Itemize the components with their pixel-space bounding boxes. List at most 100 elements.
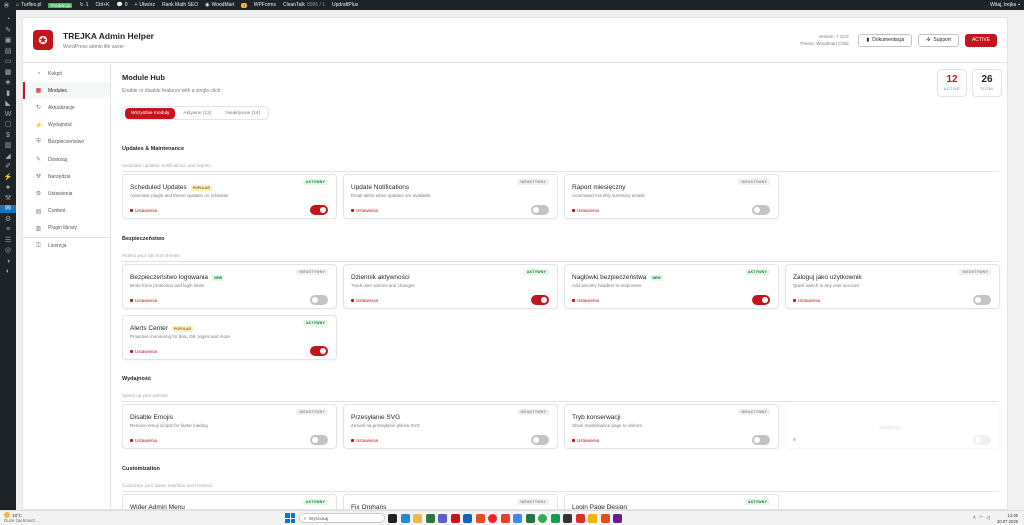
analytics-menu-icon[interactable]: ▥ (4, 142, 12, 150)
circle-menu-icon[interactable]: ◎ (4, 247, 12, 255)
module-toggle[interactable] (310, 205, 328, 215)
wifi-icon[interactable]: ◠ (979, 515, 983, 521)
marketing-menu-icon[interactable]: ◢ (4, 153, 12, 161)
site-name-link[interactable]: ⌂ Turflex.pl (16, 2, 41, 8)
layers-menu-icon[interactable]: ≡ (4, 226, 12, 234)
cache-link[interactable]: Ctrl+K (95, 2, 109, 8)
extra-menu-icon[interactable]: ☰ (4, 237, 12, 245)
plugins-menu-icon[interactable]: ⚡ (4, 174, 13, 182)
module-toggle[interactable] (752, 435, 770, 445)
module-settings-link[interactable]: Ustawienia (351, 298, 378, 303)
media-menu-icon[interactable]: ▣ (4, 37, 12, 45)
module-toggle[interactable] (310, 346, 328, 356)
module-settings-link[interactable]: Ustawienia (572, 208, 599, 213)
module-toggle[interactable] (531, 295, 549, 305)
nav-item-2[interactable]: ↻ Aktualizacje (23, 99, 110, 116)
rank-math-link[interactable]: Rank Math SEO (162, 2, 198, 8)
pages-menu-icon[interactable]: ▤ (4, 48, 12, 56)
nav-item-1[interactable]: ▦ Modules (23, 82, 110, 100)
cleantalk-link[interactable]: CleanTalk 8986 / 1 (283, 2, 325, 8)
woodmart-link[interactable]: ◉ WoodMart (205, 2, 234, 8)
nav-item-7[interactable]: ⚙ Ustawienia (23, 185, 110, 202)
module-settings-link[interactable]: Ustawienia (130, 349, 157, 354)
app-icon-4[interactable] (463, 513, 472, 523)
comments-link[interactable]: 💬 0 (116, 2, 127, 8)
excel-icon[interactable] (525, 513, 535, 523)
app-icon-3[interactable] (450, 513, 460, 523)
module-settings-link[interactable]: Ustawienia (351, 208, 378, 213)
nav-item-9[interactable]: ▥ Plugin library (23, 220, 110, 237)
products-menu-icon[interactable]: ▢ (4, 121, 12, 129)
clock[interactable]: 12:46 20.07.2026 (997, 513, 1018, 524)
wpforms-link[interactable]: WPForms (254, 2, 276, 8)
users-menu-icon[interactable]: ● (4, 184, 12, 192)
opera-icon[interactable] (488, 513, 497, 523)
updates-link[interactable]: ↻ 1 (79, 2, 88, 8)
taskbar-search[interactable]: ⌕ Wyszukaj (298, 513, 385, 523)
teams-icon[interactable] (438, 513, 447, 523)
trejka-menu-icon[interactable]: ✉ (0, 205, 16, 213)
module-settings-link[interactable]: Ustawienia (572, 298, 599, 303)
pin-menu-icon[interactable]: ✎ (4, 27, 12, 35)
nav-item-10[interactable]: ⚿ Licencja (23, 238, 110, 255)
updraftplus-link[interactable]: UpdraftPlus (332, 2, 358, 8)
settings-menu-icon[interactable]: ⚙ (4, 216, 12, 224)
app-icon-10[interactable] (588, 513, 597, 523)
support-button[interactable]: ✣ Support (918, 33, 959, 47)
app-icon-1[interactable] (400, 513, 410, 523)
wp-logo-icon[interactable]: Ⓦ (4, 2, 9, 9)
filter-tab-inactive[interactable]: Nieaktywne (14) (219, 108, 266, 119)
module-settings-link[interactable]: Ustawienia (130, 208, 157, 213)
new-content-link[interactable]: + Utwórz (134, 2, 154, 8)
comments-menu-icon[interactable]: ▭ (4, 58, 12, 66)
windows-start-icon[interactable] (285, 513, 295, 523)
forms-menu-icon[interactable]: ▦ (4, 69, 12, 77)
nav-item-4[interactable]: ⛨ Bezpieczeństwo (23, 134, 110, 151)
app-icon-11[interactable] (600, 513, 610, 523)
collapse-menu-icon[interactable]: ◐ (4, 268, 12, 276)
user-greeting[interactable]: Witaj, trejka ▪ (990, 2, 1020, 8)
tools-menu-icon[interactable]: ⚒ (4, 195, 12, 203)
dashboard-menu-icon[interactable]: ◔ (4, 16, 12, 24)
module-toggle[interactable] (310, 435, 328, 445)
module-settings-link[interactable]: Ustawienia (130, 438, 157, 443)
module-settings-link[interactable]: Ustawienia (572, 438, 599, 443)
seo-menu-icon[interactable]: ◈ (4, 79, 12, 87)
nav-item-8[interactable]: ▤ Content (23, 203, 110, 220)
filter-tab-all[interactable]: Wszystkie moduły (125, 107, 176, 119)
module-toggle[interactable] (531, 435, 549, 445)
gauge-menu-icon[interactable]: ◑ (4, 258, 12, 266)
app-icon-9[interactable] (575, 513, 585, 523)
nav-item-6[interactable]: ⚒ Narzędzia (23, 168, 110, 185)
task-view-icon[interactable] (388, 513, 397, 523)
nav-item-5[interactable]: ✎ Dostosuj (23, 151, 110, 168)
module-toggle[interactable] (973, 295, 991, 305)
nav-item-0[interactable]: ◔ Kokpit (23, 65, 110, 82)
module-settings-link[interactable]: Ustawienia (793, 298, 820, 303)
app-icon-7[interactable] (550, 513, 560, 523)
appearance-menu-icon[interactable]: ✐ (4, 163, 12, 171)
chart-menu-icon[interactable]: ▮ (4, 90, 12, 98)
module-toggle[interactable] (752, 205, 770, 215)
app-icon-6[interactable] (513, 513, 522, 523)
app-icon-2[interactable] (425, 513, 435, 523)
app-icon-12[interactable] (613, 513, 622, 523)
payments-menu-icon[interactable]: $ (4, 132, 12, 140)
module-settings-link[interactable]: Ustawienia (130, 298, 157, 303)
filezilla-icon[interactable] (500, 513, 510, 523)
weather-widget[interactable]: 18°C Duże zachmurz… (4, 512, 40, 523)
module-toggle[interactable] (310, 295, 328, 305)
filter-tab-active[interactable]: Aktywne (12) (177, 108, 217, 119)
module-settings-link[interactable]: Ustawienia (351, 438, 378, 443)
nav-item-3[interactable]: ⚡ Wydajność (23, 117, 110, 134)
megaphone-menu-icon[interactable]: ◣ (4, 100, 12, 108)
module-toggle[interactable] (752, 295, 770, 305)
app-icon-8[interactable] (563, 513, 572, 523)
woo-menu-icon[interactable]: W (4, 111, 12, 119)
docs-button[interactable]: ▮ Dokumentacja (858, 33, 913, 47)
volume-icon[interactable]: ◁ (986, 515, 990, 521)
chevron-up-icon[interactable]: ˄ (973, 515, 976, 521)
file-explorer-icon[interactable] (413, 513, 422, 523)
app-icon-5[interactable] (475, 513, 485, 523)
chrome-icon[interactable] (538, 513, 547, 523)
